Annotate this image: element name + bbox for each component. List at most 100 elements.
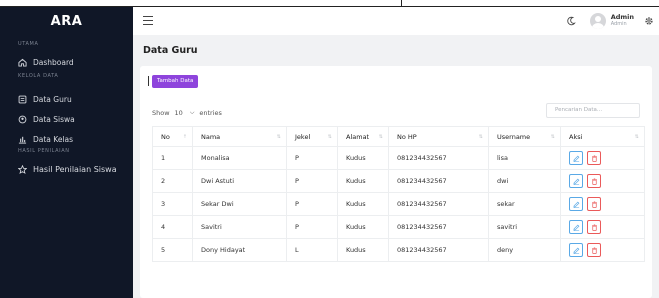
cell-aksi bbox=[560, 169, 645, 193]
sidebar-item-data-siswa[interactable]: Data Siswa bbox=[0, 109, 133, 129]
cell-nama: Monalisa bbox=[192, 146, 287, 170]
table-row: 4 Savitri P Kudus 081234432567 savitri bbox=[152, 215, 645, 239]
delete-button[interactable] bbox=[587, 174, 601, 188]
cell-username: sekar bbox=[488, 192, 561, 216]
cell-nama: Sekar Dwi bbox=[192, 192, 287, 216]
moon-icon[interactable] bbox=[566, 16, 576, 26]
hamburger-icon[interactable] bbox=[143, 16, 153, 25]
data-table: No ↑ Nama ⇅ Jekel ⇅ Alamat ⇅ No HP ⇅ Username… bbox=[152, 126, 645, 262]
user-name: Admin bbox=[610, 13, 634, 21]
add-data-button[interactable]: Tambah Data bbox=[152, 75, 199, 88]
cell-username: deny bbox=[488, 238, 561, 262]
table-row: 1 Monalisa P Kudus 081234432567 lisa bbox=[152, 146, 645, 170]
users-icon bbox=[17, 114, 27, 124]
cell-no: 5 bbox=[152, 238, 193, 262]
column-header-jekel[interactable]: Jekel ⇅ bbox=[286, 126, 338, 147]
cell-hp: 081234432567 bbox=[388, 169, 489, 193]
table-header-row: No ↑ Nama ⇅ Jekel ⇅ Alamat ⇅ No HP ⇅ Username… bbox=[152, 126, 645, 147]
cell-nama: Savitri bbox=[192, 215, 287, 239]
sort-icon: ⇅ bbox=[327, 134, 332, 140]
table-row: 2 Dwi Astuti P Kudus 081234432567 dwi bbox=[152, 169, 645, 193]
sidebar-item-data-guru[interactable]: Data Guru bbox=[0, 89, 133, 109]
cell-no: 2 bbox=[152, 169, 193, 193]
cell-jekel: P bbox=[286, 169, 338, 193]
pencil-icon bbox=[572, 201, 579, 208]
edit-button[interactable] bbox=[569, 220, 583, 234]
show-label: Show bbox=[152, 109, 170, 117]
column-header-no[interactable]: No ↑ bbox=[152, 126, 193, 147]
window-top-edge bbox=[0, 0, 659, 7]
cell-hp: 081234432567 bbox=[388, 192, 489, 216]
table-body: 1 Monalisa P Kudus 081234432567 lisa 2 Dwi Astu… bbox=[152, 146, 645, 262]
top-bar: Admin Admin bbox=[133, 7, 659, 35]
table-row: 3 Sekar Dwi P Kudus 081234432567 sekar bbox=[152, 192, 645, 216]
trash-icon bbox=[591, 247, 597, 254]
sidebar-item-label: Data Siswa bbox=[33, 114, 75, 124]
star-icon bbox=[17, 164, 27, 174]
edit-button[interactable] bbox=[569, 243, 583, 257]
edit-button[interactable] bbox=[569, 151, 583, 165]
id-card-icon bbox=[17, 94, 27, 104]
cell-nama: Dony Hidayat bbox=[192, 238, 287, 262]
divider bbox=[148, 76, 149, 86]
cell-nama: Dwi Astuti bbox=[192, 169, 287, 193]
cell-aksi bbox=[560, 146, 645, 170]
cell-username: savitri bbox=[488, 215, 561, 239]
edit-button[interactable] bbox=[569, 197, 583, 211]
sidebar-item-label: Data Guru bbox=[33, 94, 72, 104]
section-kelola-data: KELOLA DATA bbox=[18, 73, 59, 79]
sidebar-item-label: Dashboard bbox=[33, 57, 74, 67]
sort-icon: ⇅ bbox=[550, 134, 555, 140]
sidebar-item-label: Hasil Penilaian Siswa bbox=[33, 164, 117, 174]
trash-icon bbox=[591, 155, 597, 162]
cell-alamat: Kudus bbox=[337, 192, 389, 216]
sidebar-item-label: Data Kelas bbox=[33, 134, 74, 144]
search-input[interactable]: Pencarian Data... bbox=[546, 103, 640, 118]
page-title: Data Guru bbox=[143, 45, 198, 56]
topbar-right: Admin Admin bbox=[566, 7, 659, 35]
sidebar-item-data-kelas[interactable]: Data Kelas bbox=[0, 129, 133, 149]
cell-no: 3 bbox=[152, 192, 193, 216]
column-header-no-hp[interactable]: No HP ⇅ bbox=[388, 126, 489, 147]
cell-jekel: P bbox=[286, 215, 338, 239]
entries-select[interactable]: 10 ⌵ bbox=[175, 109, 195, 117]
column-header-aksi[interactable]: Aksi ⇅ bbox=[560, 126, 645, 147]
pencil-icon bbox=[572, 247, 579, 254]
cell-aksi bbox=[560, 238, 645, 262]
cell-aksi bbox=[560, 192, 645, 216]
entries-control: Show 10 ⌵ entries bbox=[152, 109, 222, 117]
cell-jekel: L bbox=[286, 238, 338, 262]
delete-button[interactable] bbox=[587, 151, 601, 165]
pencil-icon bbox=[572, 224, 579, 231]
entries-label: entries bbox=[199, 109, 222, 117]
delete-button[interactable] bbox=[587, 197, 601, 211]
avatar[interactable] bbox=[589, 13, 606, 29]
sidebar-item-dashboard[interactable]: Dashboard bbox=[0, 52, 133, 72]
cell-aksi bbox=[560, 215, 645, 239]
sidebar: ARA UTAMA Dashboard KELOLA DATA Data Gur… bbox=[0, 7, 133, 298]
sort-icon: ⇅ bbox=[478, 134, 483, 140]
gear-icon[interactable] bbox=[644, 16, 654, 26]
cell-alamat: Kudus bbox=[337, 169, 389, 193]
data-card: Tambah Data Show 10 ⌵ entries Pencarian … bbox=[140, 66, 652, 298]
column-header-username[interactable]: Username ⇅ bbox=[488, 126, 561, 147]
pencil-icon bbox=[572, 178, 579, 185]
chart-bar-icon bbox=[17, 134, 27, 144]
user-info[interactable]: Admin Admin bbox=[611, 14, 634, 28]
cell-jekel: P bbox=[286, 192, 338, 216]
cell-username: dwi bbox=[488, 169, 561, 193]
cell-jekel: P bbox=[286, 146, 338, 170]
cell-no: 1 bbox=[152, 146, 193, 170]
delete-button[interactable] bbox=[587, 220, 601, 234]
sidebar-item-hasil-penilaian[interactable]: Hasil Penilaian Siswa bbox=[0, 159, 133, 179]
brand-logo[interactable]: ARA bbox=[0, 7, 133, 35]
chevron-down-icon: ⌵ bbox=[189, 109, 195, 116]
column-header-nama[interactable]: Nama ⇅ bbox=[192, 126, 287, 147]
trash-icon bbox=[591, 178, 597, 185]
sort-icon: ⇅ bbox=[378, 134, 383, 140]
edit-button[interactable] bbox=[569, 174, 583, 188]
pencil-icon bbox=[572, 155, 579, 162]
cell-hp: 081234432567 bbox=[388, 215, 489, 239]
delete-button[interactable] bbox=[587, 243, 601, 257]
column-header-alamat[interactable]: Alamat ⇅ bbox=[337, 126, 389, 147]
